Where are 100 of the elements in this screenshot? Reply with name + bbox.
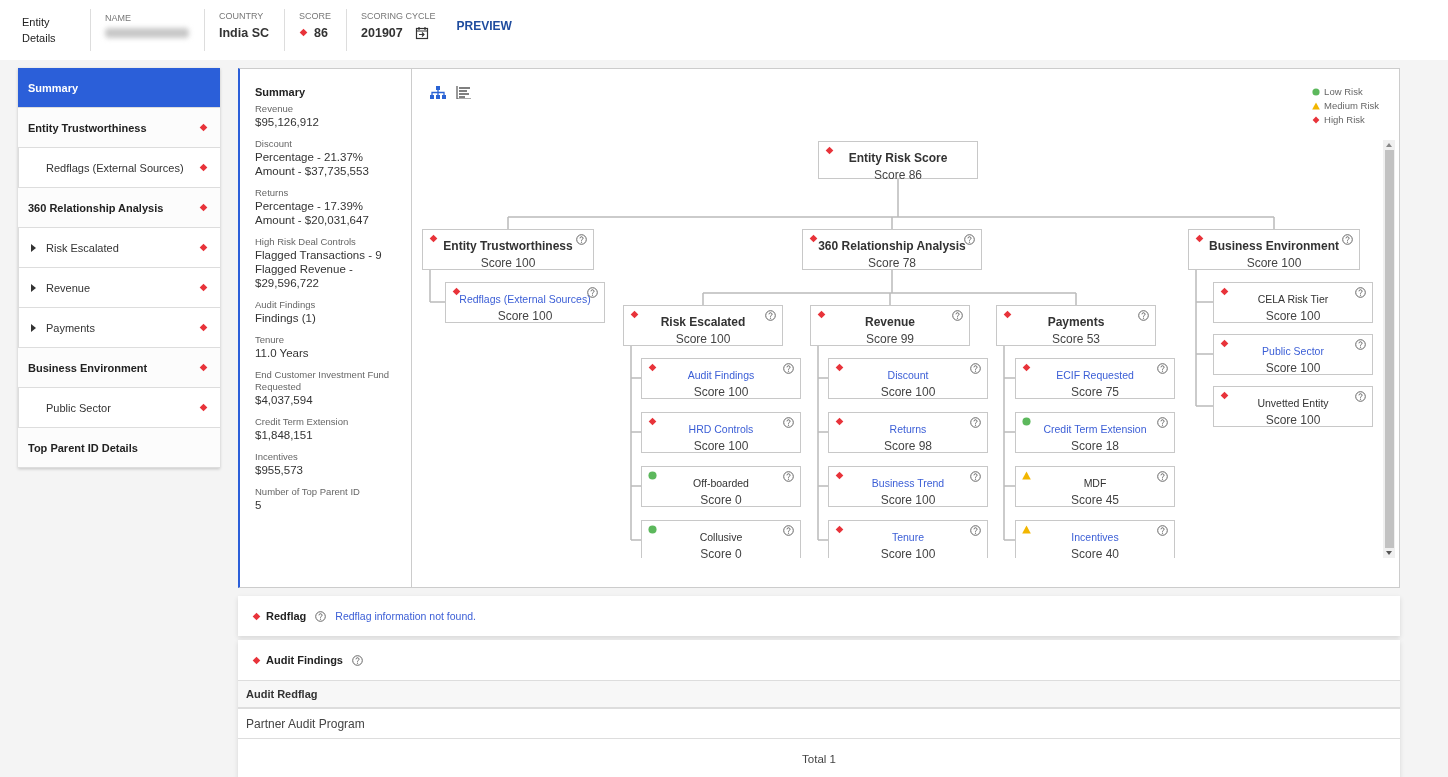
- node-score: Score 45: [1071, 493, 1119, 507]
- summary-label: Credit Term Extension: [255, 416, 350, 428]
- summary-value: $4,037,594: [255, 393, 314, 407]
- node-title: 360 Relationship Analysis: [818, 238, 966, 254]
- help-icon[interactable]: [1157, 363, 1168, 374]
- sidebar-item[interactable]: Risk Escalated: [18, 228, 220, 268]
- sidebar-item[interactable]: Payments: [18, 308, 220, 348]
- table-total: Total 1: [802, 753, 836, 765]
- node-score: Score 78: [868, 256, 916, 270]
- node-link[interactable]: Business Trend: [871, 474, 945, 491]
- node-score: Score 100: [1246, 256, 1302, 270]
- sidebar-item[interactable]: 360 Relationship Analysis: [18, 188, 220, 228]
- help-icon[interactable]: [315, 610, 327, 622]
- summary-value: $95,126,912: [255, 115, 320, 129]
- node-score: Score 40: [1071, 547, 1119, 558]
- node-score: Score 100: [1265, 309, 1321, 323]
- node-title: Revenue: [865, 314, 915, 330]
- sidebar-item[interactable]: Redflags (External Sources): [18, 148, 220, 188]
- help-icon[interactable]: [765, 310, 776, 321]
- node-score: Score 100: [880, 493, 936, 507]
- node-title: Collusive: [699, 530, 743, 545]
- scroll-up-icon[interactable]: [1386, 143, 1392, 147]
- scroll-thumb[interactable]: [1384, 150, 1394, 548]
- caret-icon[interactable]: [30, 283, 36, 292]
- summary-label: Tenure: [255, 334, 286, 346]
- sidebar-item[interactable]: Top Parent ID Details: [18, 428, 220, 468]
- node-link[interactable]: Discount: [887, 366, 929, 383]
- scrollbar[interactable]: [1383, 140, 1395, 558]
- list-icon[interactable]: [456, 86, 472, 99]
- help-icon[interactable]: [970, 363, 981, 374]
- sidebar-item[interactable]: Public Sector: [18, 388, 220, 428]
- node-link[interactable]: HRD Controls: [688, 420, 754, 437]
- node-title: Entity Trustworthiness: [443, 238, 573, 254]
- help-icon[interactable]: [1138, 310, 1149, 321]
- node-link[interactable]: Redflags (External Sources): [459, 290, 591, 307]
- scroll-down-icon[interactable]: [1386, 551, 1392, 555]
- node-score: Score 100: [480, 256, 536, 270]
- hierarchy-icon[interactable]: [430, 86, 446, 99]
- help-icon[interactable]: [576, 234, 587, 245]
- summary-value: Findings (1): [255, 311, 317, 325]
- help-icon[interactable]: [1355, 391, 1366, 402]
- help-icon[interactable]: [1355, 339, 1366, 350]
- info-message: Redflag information not found.: [335, 610, 477, 622]
- summary-value: Amount - $20,031,647: [255, 213, 370, 227]
- field-label: NAME: [105, 12, 132, 23]
- legend-label: High Risk: [1324, 114, 1365, 125]
- help-icon[interactable]: [970, 525, 981, 536]
- node-link[interactable]: Tenure: [891, 528, 925, 545]
- summary-label: Audit Findings: [255, 299, 317, 311]
- summary-value: 5: [255, 498, 263, 512]
- node-score: Score 100: [1265, 361, 1321, 375]
- node-link[interactable]: Audit Findings: [687, 366, 755, 383]
- node-link[interactable]: Returns: [889, 420, 927, 437]
- help-icon[interactable]: [970, 471, 981, 482]
- node-link[interactable]: Incentives: [1071, 528, 1119, 545]
- node-score: Score 98: [884, 439, 932, 453]
- sidebar-item[interactable]: Summary: [18, 68, 220, 108]
- node-title: Risk Escalated: [660, 314, 746, 330]
- help-icon[interactable]: [970, 417, 981, 428]
- sidebar-item[interactable]: Revenue: [18, 268, 220, 308]
- sidebar-item[interactable]: Entity Trustworthiness: [18, 108, 220, 148]
- node-score: Score 75: [1071, 385, 1119, 399]
- help-icon[interactable]: [1355, 287, 1366, 298]
- node-link[interactable]: ECIF Requested: [1056, 366, 1134, 383]
- help-icon[interactable]: [783, 417, 794, 428]
- calendar-icon[interactable]: [414, 25, 429, 40]
- help-icon[interactable]: [1157, 525, 1168, 536]
- column-header: Audit Redflag: [246, 688, 318, 700]
- summary-value: Flagged Revenue - $29,596,722: [255, 262, 354, 290]
- help-icon[interactable]: [1342, 234, 1353, 245]
- card-title: Redflag: [266, 610, 307, 622]
- field-label: SCORING CYCLE: [361, 10, 436, 21]
- node-score: Score 100: [880, 385, 936, 399]
- summary-value: Percentage - 21.37%: [255, 150, 365, 164]
- caret-icon[interactable]: [30, 243, 36, 252]
- node-title: Payments: [1047, 314, 1105, 330]
- preview-link[interactable]: PREVIEW: [456, 19, 512, 33]
- caret-icon[interactable]: [30, 323, 36, 332]
- node-link[interactable]: Public Sector: [1262, 342, 1324, 359]
- summary-value: Percentage - 17.39%: [255, 199, 365, 213]
- node-score: Score 100: [693, 385, 749, 399]
- help-icon[interactable]: [1157, 471, 1168, 482]
- help-icon[interactable]: [952, 310, 963, 321]
- help-icon[interactable]: [783, 525, 794, 536]
- summary-label: Revenue: [255, 103, 295, 115]
- summary-label: Discount: [255, 138, 293, 150]
- sidebar-item[interactable]: Business Environment: [18, 348, 220, 388]
- help-icon[interactable]: [352, 654, 363, 666]
- node-score: Score 100: [1265, 413, 1321, 427]
- node-score: Score 99: [866, 332, 914, 346]
- node-link[interactable]: Credit Term Extension: [1043, 420, 1147, 437]
- help-icon[interactable]: [783, 363, 794, 374]
- summary-label: Returns: [255, 187, 290, 199]
- summary-value: $955,573: [255, 463, 304, 477]
- node-score: Score 0: [700, 493, 742, 507]
- help-icon[interactable]: [964, 234, 975, 245]
- help-icon[interactable]: [783, 471, 794, 482]
- field-label: SCORE: [299, 10, 332, 21]
- legend-label: Low Risk: [1324, 86, 1363, 97]
- help-icon[interactable]: [1157, 417, 1168, 428]
